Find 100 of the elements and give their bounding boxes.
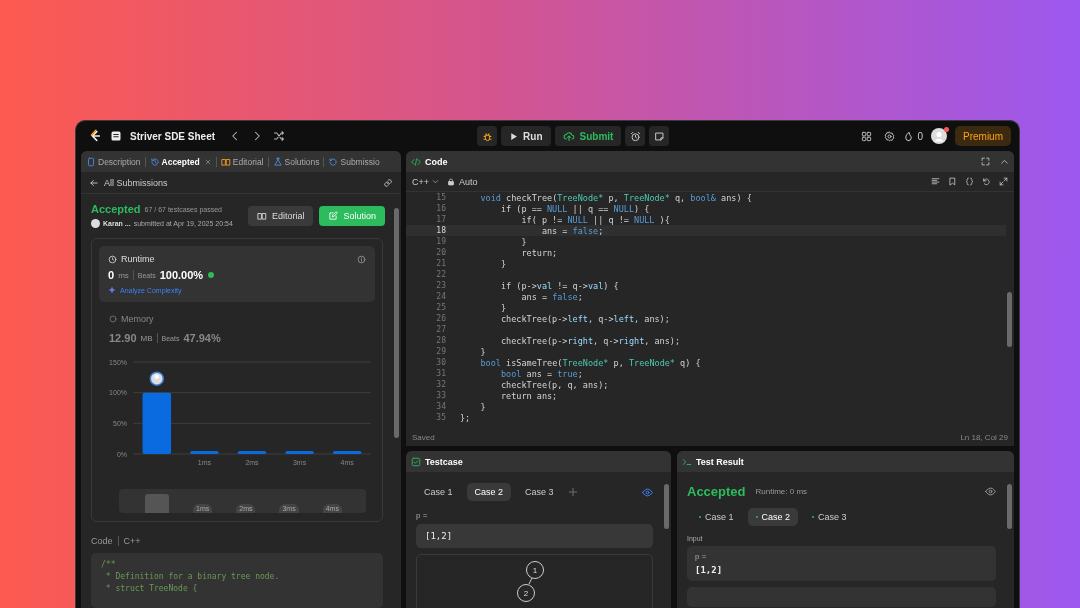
history-icon: [149, 156, 160, 167]
mode-label[interactable]: Auto: [459, 176, 478, 187]
line-number: 32: [435, 380, 447, 389]
runtime-value: 0: [108, 269, 115, 281]
line-number: 20: [435, 248, 447, 257]
memory-beats: 47.94%: [183, 332, 221, 344]
code-label: Code: [91, 536, 113, 546]
streak-count: 0: [917, 130, 923, 142]
panel-tab[interactable]: Accepted: [149, 156, 200, 167]
code-line: ans = false;: [520, 291, 583, 302]
cloud-upload-icon: [562, 130, 575, 142]
submit-button[interactable]: Submit: [554, 126, 622, 146]
alarm-button[interactable]: [625, 126, 646, 146]
info-icon[interactable]: [357, 254, 366, 264]
code-line: }: [499, 258, 507, 269]
line-number: 23: [435, 281, 447, 290]
line-number: 22: [435, 270, 447, 279]
code-line: checkTree(p->right, q->right, ans);: [499, 335, 681, 346]
run-button[interactable]: Run: [501, 126, 551, 146]
code-line: if (p->val != q->val) {: [499, 280, 619, 291]
language-label: C++: [123, 536, 141, 546]
code-line: bool isSameTree(TreeNode* p, TreeNode* q) {: [479, 357, 701, 368]
avatar-icon[interactable]: [931, 128, 947, 144]
memory-value: 12.90: [109, 332, 137, 344]
document-icon: [86, 156, 96, 167]
tree-node: 1: [525, 561, 544, 579]
line-number: 18: [435, 226, 447, 235]
line-number: 26: [435, 314, 447, 323]
clock-icon: [108, 254, 117, 264]
bookmark-icon[interactable]: [948, 177, 957, 186]
code-comment-line: * struct TreeNode {: [104, 583, 199, 595]
case-tab[interactable]: Case 3: [804, 508, 855, 526]
braces-icon[interactable]: [965, 177, 974, 186]
runtime-beats: 100.00%: [159, 269, 204, 281]
play-icon: [509, 131, 519, 141]
code-line: }: [499, 302, 507, 313]
line-number: 19: [435, 237, 447, 246]
input-field[interactable]: [1,2]: [416, 524, 653, 548]
shuffle-icon[interactable]: [273, 130, 286, 142]
case-tab[interactable]: Case 1: [416, 483, 461, 501]
testcase-title: Testcase: [425, 456, 463, 467]
link-icon[interactable]: [383, 177, 393, 188]
expand-icon[interactable]: [999, 177, 1008, 186]
editorial-button[interactable]: Editorial: [247, 205, 314, 226]
cursor-position: Ln 18, Col 29: [960, 432, 1008, 442]
eye-icon[interactable]: [642, 486, 653, 498]
navigator-handle[interactable]: [145, 494, 169, 513]
avatar-icon: [91, 219, 100, 228]
case-tab[interactable]: Case 2: [466, 483, 512, 501]
tree-edge: [528, 577, 532, 585]
line-number: 33: [435, 391, 447, 400]
alarm-clock-icon: [629, 130, 641, 142]
code-panel-title: Code: [425, 156, 448, 167]
code-line: }: [479, 346, 486, 357]
code-line: void checkTree(TreeNode* p, TreeNode* q, bool& ans) {: [479, 192, 752, 203]
problem-list-title[interactable]: Striver SDE Sheet: [130, 130, 216, 142]
panel-tab[interactable]: Submissio: [328, 156, 380, 167]
fullscreen-icon[interactable]: [981, 157, 990, 166]
panel-tab[interactable]: Solutions: [272, 156, 320, 167]
all-submissions-link[interactable]: All Submissions: [104, 177, 168, 188]
line-number: 27: [435, 325, 447, 334]
runtime-text: Runtime: 0 ms: [755, 487, 808, 496]
close-icon[interactable]: [203, 157, 212, 166]
grid-icon[interactable]: [861, 130, 873, 142]
format-icon[interactable]: [931, 177, 940, 186]
bar[interactable]: [142, 392, 172, 454]
code-line: if (p == NULL || q == NULL) {: [499, 203, 650, 214]
line-number: 34: [435, 402, 447, 411]
bar[interactable]: [332, 451, 362, 454]
line-number: 21: [435, 259, 447, 268]
case-tab[interactable]: Case 2: [747, 508, 799, 526]
line-number: 24: [435, 292, 447, 301]
eye-icon[interactable]: [985, 486, 996, 497]
code-comment-line: * Definition for a binary tree node.: [104, 571, 281, 583]
premium-button[interactable]: Premium: [955, 126, 1011, 146]
back-arrow-icon[interactable]: [89, 177, 99, 188]
book-icon: [220, 156, 231, 167]
panel-tab[interactable]: Description: [86, 156, 141, 167]
code-line: if( p != NULL || q != NULL ){: [520, 214, 670, 225]
line-number: 30: [435, 358, 447, 367]
panel-tab[interactable]: Editorial: [220, 156, 264, 167]
settings-icon[interactable]: [884, 130, 896, 142]
case-tab[interactable]: Case 3: [517, 483, 562, 501]
notes-button[interactable]: [649, 126, 670, 146]
language-select[interactable]: C++: [412, 176, 439, 187]
logo-icon[interactable]: [88, 129, 102, 143]
debug-button[interactable]: [477, 126, 498, 146]
code-line: }: [479, 401, 486, 412]
memory-title: Memory: [121, 314, 154, 324]
input-value: [1,2]: [695, 565, 724, 575]
history-icon: [328, 156, 339, 167]
chevron-up-icon[interactable]: [1000, 157, 1009, 166]
bar[interactable]: [237, 451, 267, 454]
code-line: checkTree(p, q, ans);: [499, 379, 609, 390]
code-line: bool ans = true;: [499, 368, 583, 379]
sparkle-icon: [108, 286, 116, 294]
notification-dot: [944, 127, 949, 132]
flask-icon: [272, 156, 283, 167]
case-tab[interactable]: Case 1: [691, 508, 742, 526]
undo-icon[interactable]: [982, 177, 991, 186]
